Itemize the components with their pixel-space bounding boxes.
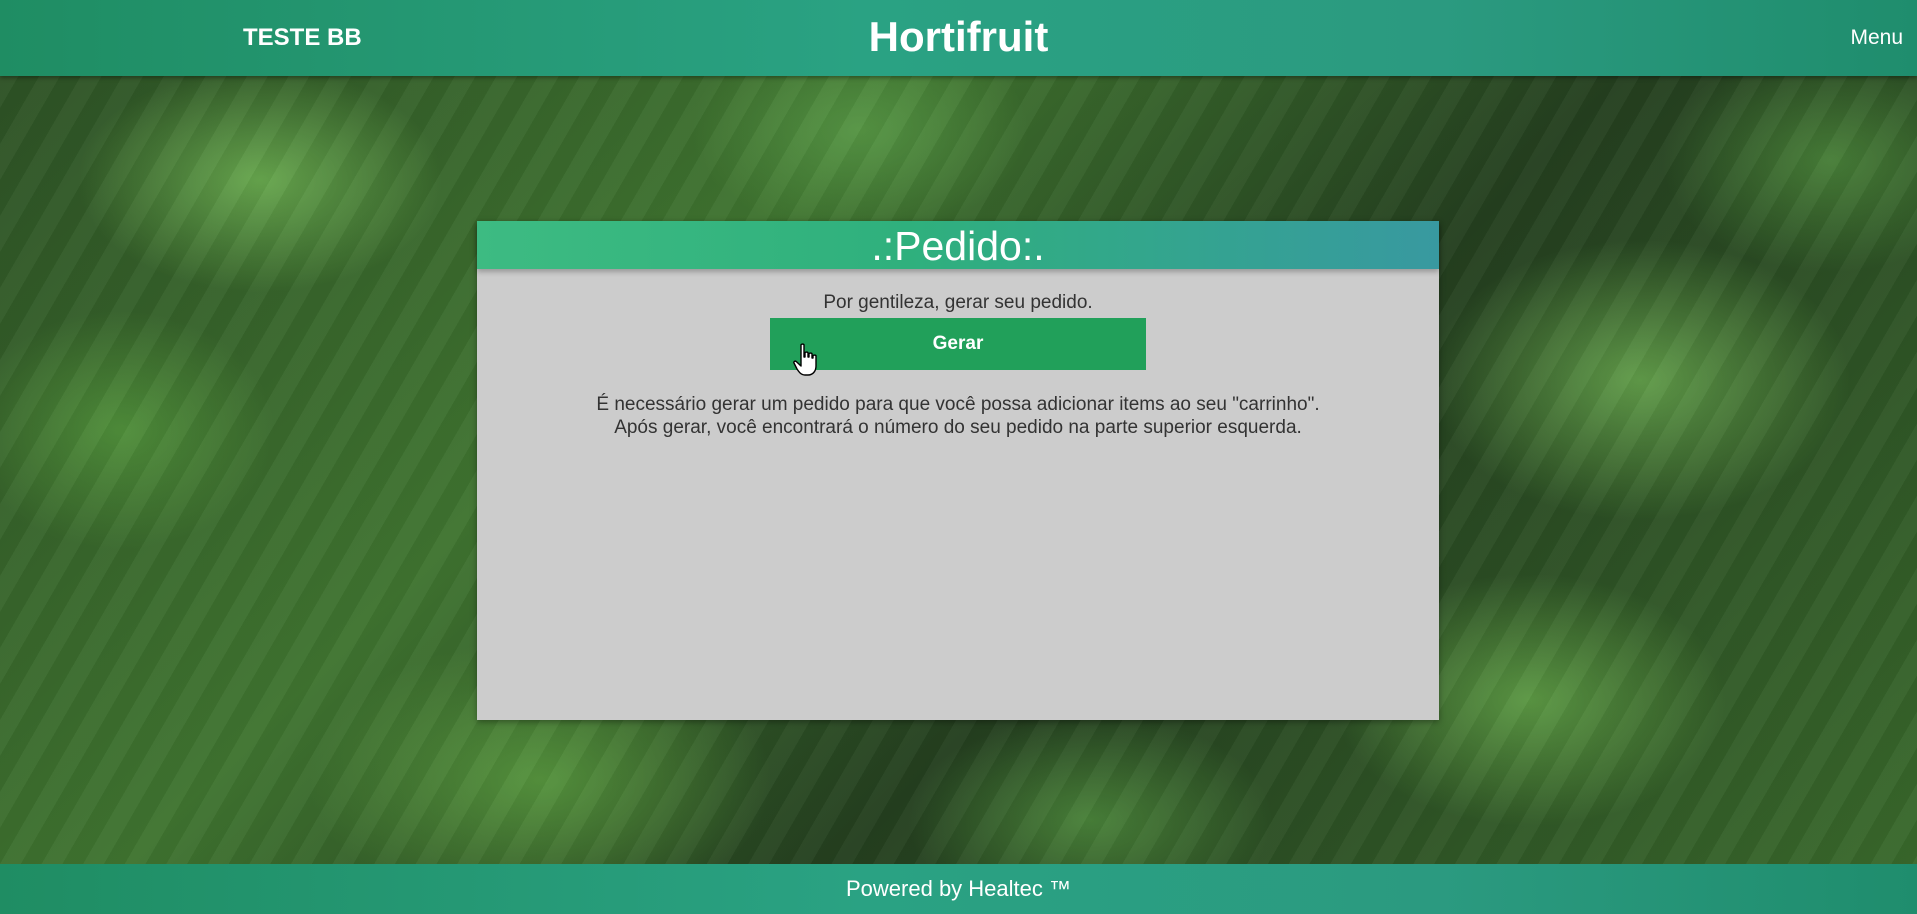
panel-header: .:Pedido:. bbox=[477, 221, 1439, 269]
menu-button[interactable]: Menu bbox=[1850, 26, 1903, 50]
app-title: Hortifruit bbox=[868, 13, 1049, 60]
info-line-2: Após gerar, você encontrará o número do … bbox=[614, 417, 1302, 438]
footer-bar: Powered by Healtec ™ bbox=[0, 864, 1917, 914]
info-text: É necessário gerar um pedido para que vo… bbox=[477, 393, 1439, 439]
panel-title: .:Pedido:. bbox=[871, 223, 1045, 269]
footer-text: Powered by Healtec ™ bbox=[846, 876, 1071, 901]
page-background: TESTE BB Hortifruit Menu .:Pedido:. Por … bbox=[0, 0, 1917, 914]
hand-pointer-icon bbox=[793, 343, 817, 376]
instruction-text: Por gentileza, gerar seu pedido. bbox=[823, 292, 1093, 313]
info-line-1: É necessário gerar um pedido para que vo… bbox=[596, 394, 1320, 415]
gerar-button[interactable]: Gerar bbox=[770, 318, 1146, 370]
order-panel: .:Pedido:. Por gentileza, gerar seu pedi… bbox=[477, 221, 1439, 720]
header-bar: TESTE BB Hortifruit Menu bbox=[0, 0, 1917, 76]
